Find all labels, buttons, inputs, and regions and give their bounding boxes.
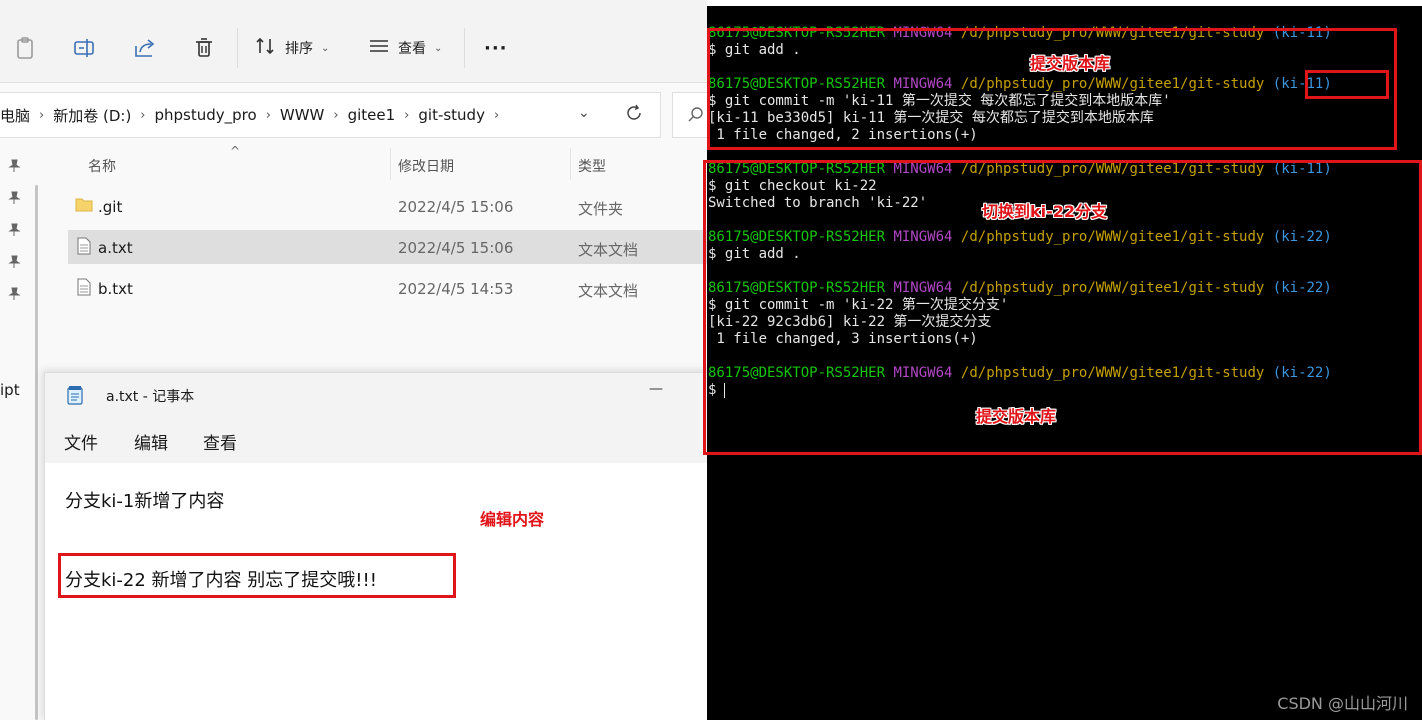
- column-header-modified[interactable]: 修改日期: [398, 156, 454, 176]
- history-dropdown-icon[interactable]: ⌄: [578, 105, 590, 121]
- file-modified: 2022/4/5 15:06: [398, 198, 514, 216]
- refresh-icon[interactable]: [624, 103, 644, 127]
- nav-item-partial[interactable]: ipt: [0, 381, 20, 399]
- address-bar[interactable]: 电脑 › 新加卷 (D:) › phpstudy_pro › WWW › git…: [0, 92, 661, 138]
- more-options-button[interactable]: ···: [484, 34, 508, 62]
- file-type: 文本文档: [578, 282, 639, 300]
- notepad-icon: [67, 385, 83, 405]
- pin-icon[interactable]: [8, 222, 21, 236]
- editor-line-1: 分支ki-1新增了内容: [65, 491, 225, 512]
- chevron-right-icon: ›: [493, 107, 500, 123]
- view-label: 查看: [398, 41, 426, 57]
- menu-view[interactable]: 查看: [203, 429, 237, 454]
- file-name: .git: [98, 198, 123, 216]
- view-button[interactable]: 查看 ⌄: [368, 34, 442, 62]
- sort-icon: [255, 36, 277, 60]
- nav-scrollbar[interactable]: [35, 185, 38, 720]
- menu-edit[interactable]: 编辑: [134, 429, 168, 454]
- column-header-name[interactable]: 名称: [88, 156, 116, 176]
- pin-icon[interactable]: [8, 286, 21, 300]
- csdn-watermark: CSDN @山山河川: [1277, 694, 1408, 713]
- notepad-window: a.txt - 记事本 — 文件 编辑 查看 分支ki-1新增了内容 分支ki-…: [44, 372, 707, 720]
- sort-ascending-icon: ^: [230, 144, 241, 158]
- more-options-icon: ···: [484, 37, 508, 59]
- column-divider: [570, 148, 571, 180]
- sort-button[interactable]: 排序 ⌄: [255, 34, 329, 62]
- notepad-menubar: 文件 编辑 查看: [45, 425, 707, 461]
- annotation-switch-branch: 切换到ki-22分支: [982, 202, 1108, 221]
- annotation-commit-top: 提交版本库: [1030, 54, 1111, 73]
- annotation-edit-content: 编辑内容: [480, 510, 545, 529]
- annotation-commit-bottom: 提交版本库: [976, 407, 1057, 426]
- chevron-right-icon: ›: [39, 107, 45, 123]
- annotation-box-commit-ki-11: [707, 28, 1397, 150]
- search-input[interactable]: [672, 92, 707, 138]
- file-name: a.txt: [98, 239, 133, 257]
- share-icon[interactable]: [131, 34, 159, 62]
- text-file-icon: [77, 237, 91, 259]
- rename-icon[interactable]: [71, 34, 99, 62]
- column-divider: [390, 148, 391, 180]
- breadcrumb-drive-d[interactable]: 新加卷 (D:): [46, 105, 138, 126]
- breadcrumb-this-pc[interactable]: 电脑: [0, 105, 37, 126]
- file-list: ^ 名称 修改日期 类型 .git 2022/4/5 15:06 文件夹 a.t…: [48, 144, 707, 378]
- chevron-down-icon: ⌄: [434, 42, 443, 54]
- file-row-git[interactable]: .git 2022/4/5 15:06 文件夹: [68, 189, 707, 223]
- breadcrumb-www[interactable]: WWW: [273, 106, 332, 124]
- file-row-b-txt[interactable]: b.txt 2022/4/5 14:53 文本文档: [68, 271, 707, 305]
- file-type: 文件夹: [578, 200, 624, 218]
- chevron-right-icon: ›: [140, 107, 146, 123]
- menu-file[interactable]: 文件: [64, 429, 98, 454]
- file-explorer-window: 排序 ⌄ 查看 ⌄ ··· 电脑 › 新加卷 (D:) › phpstudy_p…: [0, 0, 707, 720]
- chevron-right-icon: ›: [265, 107, 271, 123]
- toolbar-divider: [464, 28, 465, 68]
- breadcrumb-phpstudy-pro[interactable]: phpstudy_pro: [148, 106, 264, 124]
- navigation-pane: ipt: [0, 148, 46, 720]
- chevron-right-icon: ›: [333, 107, 339, 123]
- pin-icon[interactable]: [8, 190, 21, 204]
- paste-icon[interactable]: [12, 34, 40, 62]
- explorer-toolbar: 排序 ⌄ 查看 ⌄ ···: [0, 0, 707, 83]
- minimize-button[interactable]: —: [649, 381, 663, 397]
- folder-icon: [75, 197, 93, 216]
- toolbar-divider: [237, 28, 238, 68]
- search-icon: [687, 106, 705, 128]
- file-modified: 2022/4/5 15:06: [398, 239, 514, 257]
- breadcrumb-git-study[interactable]: git-study: [411, 106, 492, 124]
- chevron-down-icon: ⌄: [321, 42, 330, 54]
- annotation-box-edited-line: [58, 553, 456, 598]
- breadcrumb-gitee1[interactable]: gitee1: [341, 106, 403, 124]
- view-list-icon: [368, 36, 390, 60]
- delete-icon[interactable]: [191, 34, 219, 62]
- column-header-type[interactable]: 类型: [578, 156, 606, 176]
- sort-label: 排序: [285, 41, 313, 57]
- annotation-box-branch-ki-11: [1305, 70, 1389, 99]
- file-modified: 2022/4/5 14:53: [398, 280, 514, 298]
- file-type: 文本文档: [578, 241, 639, 259]
- file-name: b.txt: [98, 280, 133, 298]
- pin-icon[interactable]: [8, 158, 21, 172]
- chevron-right-icon: ›: [404, 107, 410, 123]
- text-file-icon: [77, 278, 91, 300]
- notepad-title: a.txt - 记事本: [106, 389, 195, 405]
- file-row-a-txt[interactable]: a.txt 2022/4/5 15:06 文本文档: [68, 230, 707, 264]
- pin-icon[interactable]: [8, 254, 21, 268]
